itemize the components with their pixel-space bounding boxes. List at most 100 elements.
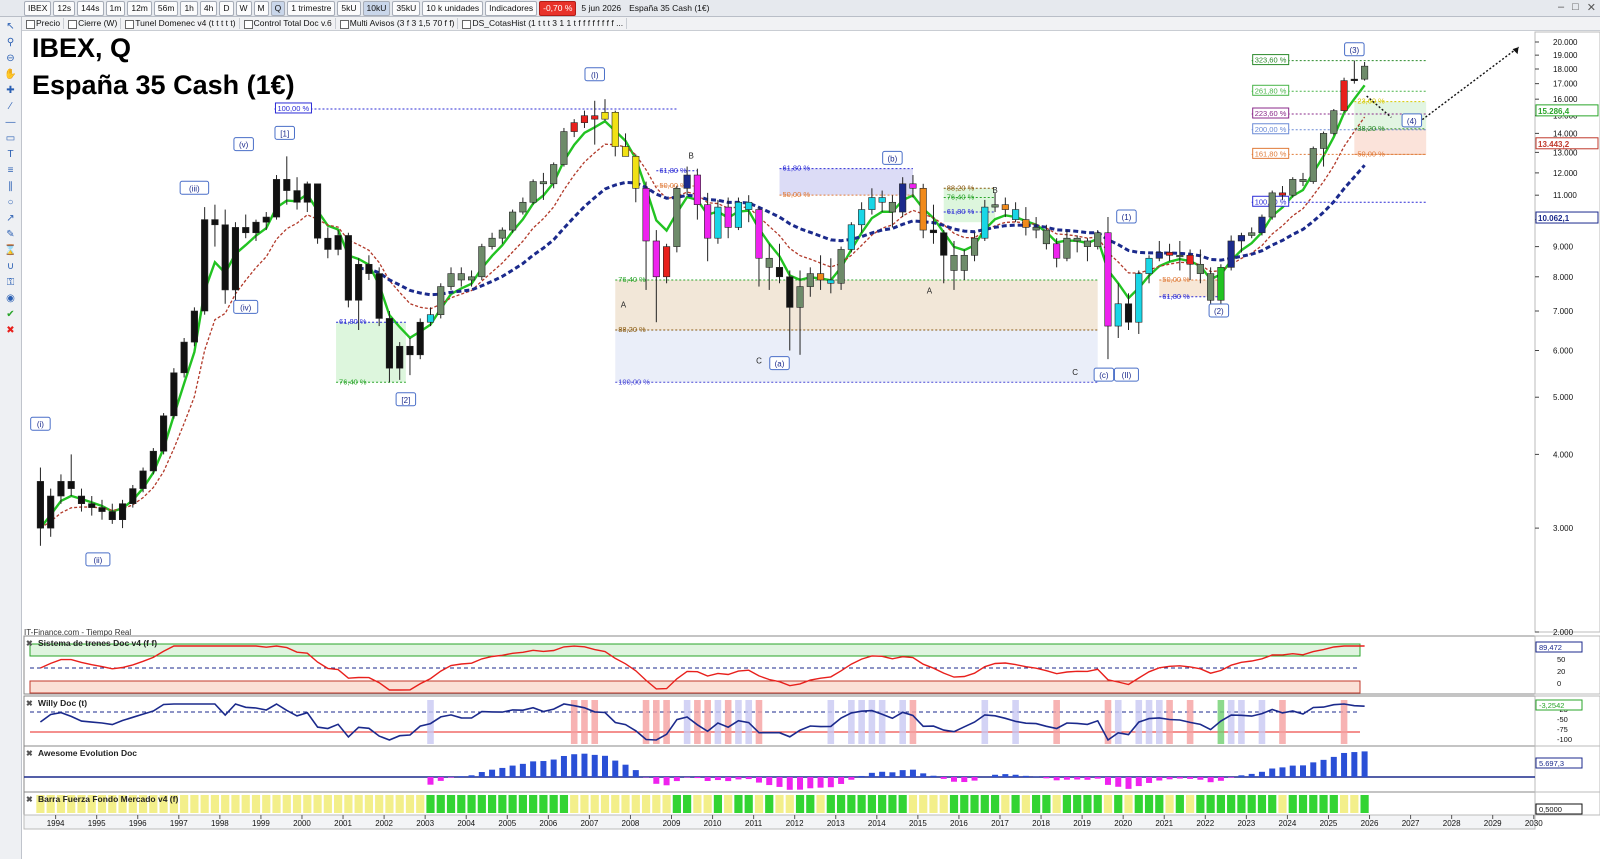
barra-cell [1339, 795, 1349, 813]
overlay-cierre[interactable]: Cierre (W) [66, 18, 122, 29]
awesome-bar [694, 777, 701, 779]
willy-column [1156, 700, 1163, 744]
tf-12m[interactable]: 12m [127, 0, 152, 16]
candle [817, 273, 825, 281]
candle [1207, 273, 1215, 301]
indicators-button[interactable]: Indicadores [485, 0, 538, 16]
barra-cell [1032, 795, 1041, 813]
tf-144s[interactable]: 144s [77, 0, 104, 16]
price-tick-label: 12.000 [1553, 169, 1578, 178]
restore-icon[interactable]: □ [1572, 1, 1579, 14]
barra-cell [908, 795, 918, 813]
candle [180, 341, 188, 374]
time-tick-label: 2000 [293, 819, 311, 828]
price-marker-label: 13.443,2 [1538, 140, 1570, 149]
fib-level-label: 61,80 % [1162, 292, 1190, 301]
trenes-tick: 20 [1557, 667, 1565, 676]
panel-label-willy[interactable]: Willy Doc (t) [24, 698, 87, 709]
awesome-bar [1361, 751, 1368, 777]
tf-4h[interactable]: 4h [199, 0, 218, 16]
barra-cell [303, 795, 312, 813]
hand-icon[interactable]: ✋ [4, 68, 18, 82]
barra-cell [1083, 795, 1092, 813]
tf-d[interactable]: D [219, 0, 234, 16]
tf-12s[interactable]: 12s [53, 0, 76, 16]
main-toolbar: IBEX 12s 144s 1m 12m 56m 1h 4h D W M Q 1… [0, 0, 1600, 17]
minimize-icon[interactable]: – [1558, 1, 1564, 14]
time-tick-label: 2029 [1484, 819, 1502, 828]
fib-level-label: 100,00 % [277, 104, 309, 113]
text-icon[interactable]: T [4, 148, 18, 162]
chart-canvas[interactable]: 2.0003.0004.0005.0006.0007.0008.0009.000… [0, 0, 1600, 859]
units-selector[interactable]: 10 k unidades [422, 0, 484, 16]
cursor-icon[interactable]: ↖ [4, 20, 18, 34]
overlay-ds-cotashist[interactable]: DS_CotasHist (1 t t t 3 1 1 t f f f f f … [460, 18, 628, 29]
candle [231, 227, 240, 291]
willy-column [694, 700, 701, 744]
panel-label-trenes[interactable]: Sistema de trenes Doc v4 (f f) [24, 638, 157, 649]
awesome-bar [909, 769, 916, 777]
barra-cell [405, 795, 415, 813]
barra-cell [611, 795, 620, 813]
overlay-multi-avisos[interactable]: Multi Avisos (3 f 3 1,5 70 f f) [338, 18, 459, 29]
panel-value-label: 0,5000 [1539, 805, 1562, 814]
fib-icon[interactable]: ≡ [4, 164, 18, 178]
tf-56m[interactable]: 56m [153, 0, 179, 16]
units-5k[interactable]: 5kU [337, 0, 361, 16]
overlay-control-total[interactable]: Control Total Doc v.6 [242, 18, 336, 29]
candle [847, 224, 855, 250]
candle [519, 201, 527, 213]
candle [457, 273, 465, 281]
tf-m[interactable]: M [253, 0, 269, 16]
panel-label-awesome[interactable]: Awesome Evolution Doc [24, 748, 137, 759]
tf-1h[interactable]: 1h [180, 0, 198, 16]
units-35k[interactable]: 35kU [392, 0, 421, 16]
check-icon[interactable]: ✔ [4, 308, 18, 322]
candle [950, 254, 958, 271]
tf-1m[interactable]: 1m [105, 0, 126, 16]
panel-label-barra[interactable]: Barra Fuerza Fondo Mercado v4 (f) [24, 794, 178, 805]
candle [468, 276, 476, 281]
willy-column [1227, 700, 1235, 744]
barra-cell [395, 795, 404, 813]
pencil-icon[interactable]: ✎ [4, 228, 18, 242]
candle [67, 481, 75, 489]
zoom-out-icon[interactable]: ⊖ [4, 52, 18, 66]
fib-level-label: 88,20 % [618, 325, 646, 334]
circle-icon[interactable]: ○ [4, 196, 18, 210]
candle [108, 511, 116, 521]
barra-cell [641, 795, 651, 813]
units-10k[interactable]: 10kU [362, 0, 391, 16]
barra-cell [559, 795, 569, 813]
close-icon[interactable]: ✕ [1587, 1, 1596, 14]
candle [437, 286, 445, 315]
tf-w[interactable]: W [235, 0, 252, 16]
candle [160, 415, 168, 452]
ruler-icon[interactable]: ⌛ [4, 244, 18, 258]
tf-q[interactable]: Q [270, 0, 286, 16]
channel-icon[interactable]: ∥ [4, 180, 18, 194]
time-tick-label: 2008 [622, 819, 640, 828]
lock-icon[interactable]: ⚿ [4, 276, 18, 290]
delete-icon[interactable]: ✖ [4, 324, 18, 338]
symbol-selector[interactable]: IBEX [24, 0, 52, 16]
rect-icon[interactable]: ▭ [4, 132, 18, 146]
hline-icon[interactable]: — [4, 116, 18, 130]
cross-icon[interactable]: ✚ [4, 84, 18, 98]
willy-tick: -100 [1557, 735, 1572, 744]
awesome-bar [663, 777, 670, 786]
overlay-precio[interactable]: Precio [24, 18, 65, 29]
zoom-icon[interactable]: ⚲ [4, 36, 18, 50]
trendline-icon[interactable]: ∕ [4, 100, 18, 114]
awesome-bar [519, 763, 526, 777]
arrow-icon[interactable]: ↗ [4, 212, 18, 226]
barra-cell [313, 795, 322, 813]
eye-icon[interactable]: ◉ [4, 292, 18, 306]
awesome-bar [879, 771, 886, 777]
magnet-icon[interactable]: ∪ [4, 260, 18, 274]
time-tick-label: 2023 [1237, 819, 1255, 828]
overlay-tunel[interactable]: Tunel Domenec v4 (t t t t t) [123, 18, 240, 29]
period-selector[interactable]: 1 trimestre [287, 0, 336, 16]
fib-level-label: 100,00 % [618, 377, 650, 386]
awesome-bar [1269, 768, 1276, 777]
